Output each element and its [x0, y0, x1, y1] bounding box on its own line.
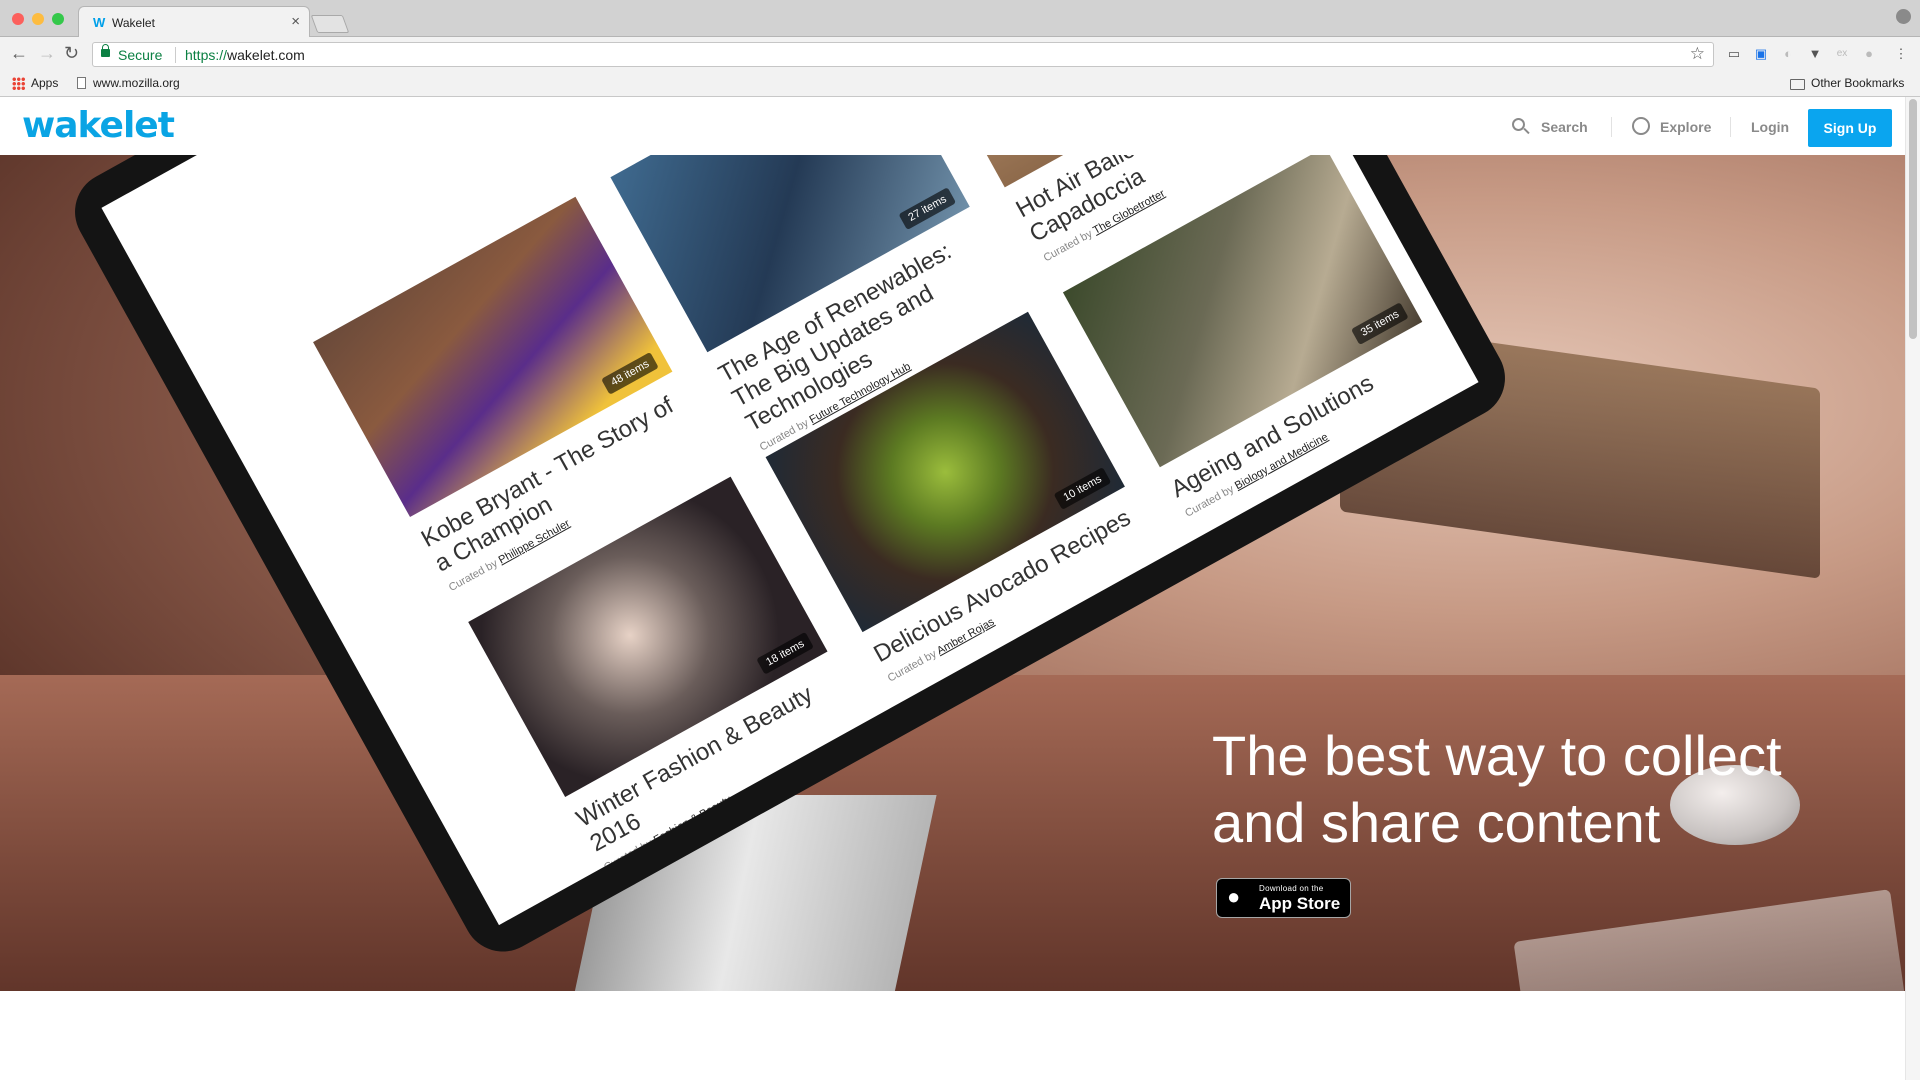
scrollbar-thumb[interactable] [1909, 99, 1917, 339]
page-scrollbar[interactable] [1905, 97, 1920, 1080]
extension-icon[interactable]: ● [1861, 46, 1877, 62]
address-bar[interactable]: Secure https://wakelet.com ☆ [92, 42, 1714, 67]
nav-divider [1611, 117, 1612, 137]
appstore-small-text: Download on the [1259, 884, 1324, 893]
nav-divider [1730, 117, 1731, 137]
star-icon[interactable]: ☆ [1690, 44, 1705, 64]
window-maximize-button[interactable] [52, 13, 64, 25]
close-icon[interactable]: × [291, 13, 300, 30]
bookmark-apps[interactable]: Apps [31, 76, 58, 90]
nav-explore[interactable]: Explore [1660, 119, 1711, 135]
item-count-badge: 35 items [1351, 302, 1409, 345]
nav-search[interactable]: Search [1541, 119, 1588, 135]
cast-icon[interactable]: ▭ [1726, 46, 1742, 62]
wakelet-favicon-icon: W [93, 15, 106, 30]
appstore-big-text: App Store [1259, 894, 1341, 913]
search-icon-handle [1523, 127, 1530, 135]
address-separator [175, 47, 176, 63]
browser-tab-strip: W Wakelet × [0, 0, 1920, 37]
apple-icon: ● [1227, 884, 1241, 909]
item-count-badge: 10 items [1053, 467, 1112, 510]
compass-icon[interactable] [1632, 117, 1650, 135]
secure-label: Secure [118, 47, 163, 63]
lock-icon [101, 44, 110, 57]
extension-icon[interactable]: ▣ [1753, 46, 1769, 62]
extension-icon[interactable]: ◐ [1780, 46, 1796, 62]
extension-icon[interactable]: ▼ [1807, 46, 1823, 62]
nav-login[interactable]: Login [1751, 119, 1789, 135]
url-text[interactable]: https://wakelet.com [185, 47, 305, 63]
bookmarks-bar: Apps www.mozilla.org Other Bookmarks [0, 71, 1920, 97]
profile-icon[interactable] [1896, 9, 1911, 24]
signup-button[interactable]: Sign Up [1808, 109, 1892, 147]
hero-tagline: The best way to collect and share conten… [1212, 724, 1782, 854]
window-close-button[interactable] [12, 13, 24, 25]
page-icon [77, 77, 86, 89]
window-minimize-button[interactable] [32, 13, 44, 25]
browser-toolbar: ← → ↻ Secure https://wakelet.com ☆ ▭ ▣ ◐… [0, 37, 1920, 71]
url-scheme: https:// [185, 47, 228, 63]
hero-section: 48 items Kobe Bryant - The Story of a Ch… [0, 155, 1905, 991]
folder-icon [1790, 79, 1805, 90]
site-header: wakelet Search Explore Login Sign Up [0, 97, 1905, 155]
item-count-badge: 48 items [601, 351, 659, 395]
extension-icon[interactable]: ex [1834, 46, 1850, 62]
bookmark-mozilla[interactable]: www.mozilla.org [93, 76, 180, 90]
browser-tab[interactable]: W Wakelet × [78, 6, 310, 37]
item-count-badge: 27 items [898, 187, 957, 230]
forward-icon[interactable]: → [38, 43, 56, 63]
wakelet-logo[interactable]: wakelet [22, 105, 175, 146]
menu-dots-icon[interactable]: ⋮ [1893, 46, 1909, 62]
item-count-badge: 18 items [756, 631, 814, 675]
app-store-button[interactable]: ● Download on the App Store [1216, 878, 1351, 918]
new-tab-button[interactable] [310, 15, 350, 33]
apps-grid-icon[interactable] [12, 77, 25, 90]
url-host: wakelet.com [227, 47, 305, 63]
back-icon[interactable]: ← [10, 43, 28, 63]
tab-title: Wakelet [112, 16, 155, 30]
other-bookmarks[interactable]: Other Bookmarks [1811, 76, 1904, 90]
reload-icon[interactable]: ↻ [64, 43, 79, 63]
